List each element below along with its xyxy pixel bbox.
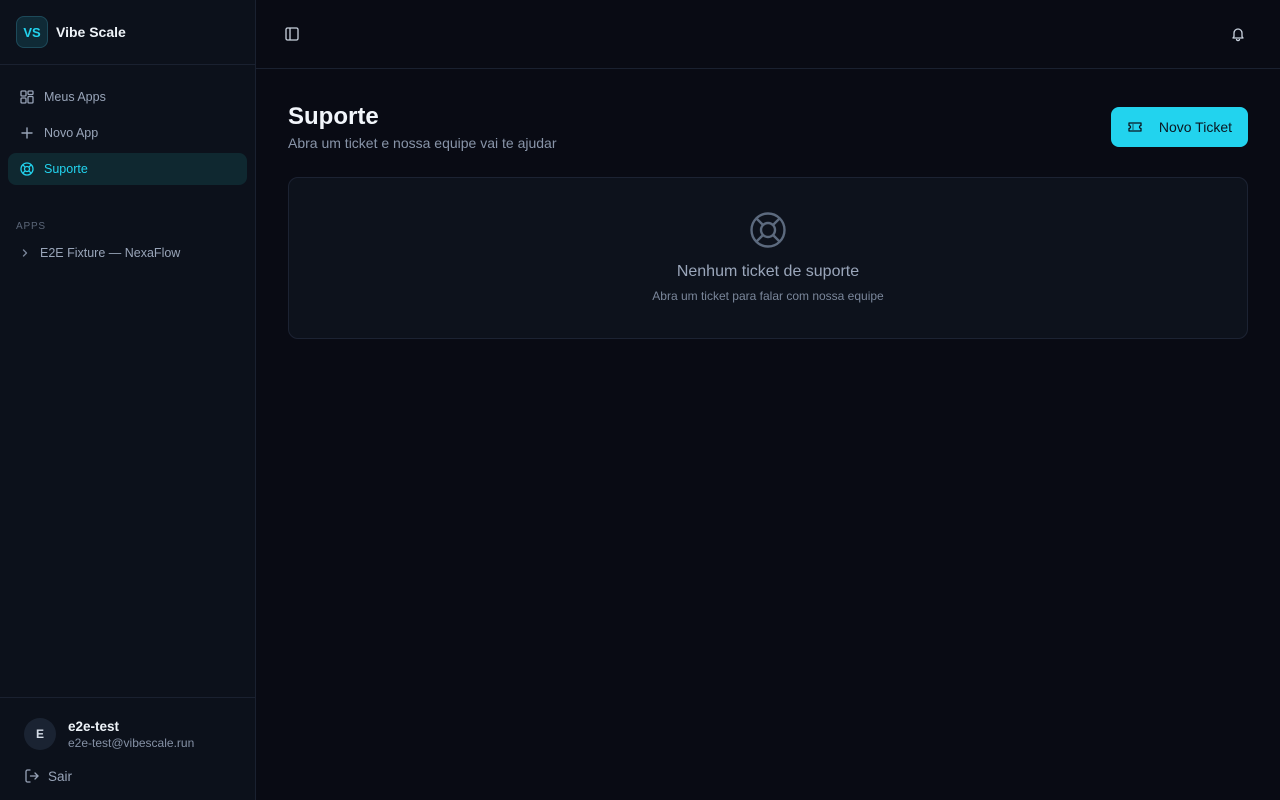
empty-state-subtitle: Abra um ticket para falar com nossa equi… (652, 289, 884, 303)
user-row[interactable]: E e2e-test e2e-test@vibescale.run (24, 718, 231, 750)
grid-icon (20, 90, 34, 104)
sidebar-toggle-button[interactable] (278, 20, 306, 48)
brand-logo: VS (16, 16, 48, 48)
avatar: E (24, 718, 56, 750)
lifebuoy-icon (749, 211, 787, 249)
logout-icon (24, 768, 40, 784)
app-root: VS Vibe Scale Meus Apps Novo App Suporte… (0, 0, 1280, 800)
panel-left-icon (284, 26, 300, 42)
page-header: Suporte Abra um ticket e nossa equipe va… (288, 103, 1248, 151)
user-info: e2e-test e2e-test@vibescale.run (68, 719, 194, 750)
sidebar: VS Vibe Scale Meus Apps Novo App Suporte… (0, 0, 256, 800)
empty-state-title: Nenhum ticket de suporte (676, 263, 860, 280)
lifebuoy-icon (20, 162, 34, 176)
page-title: Suporte (288, 103, 379, 130)
app-item-label: E2E Fixture — NexaFlow (40, 246, 181, 260)
main-area: Suporte Abra um ticket e nossa equipe va… (256, 0, 1280, 800)
empty-state-card: Nenhum ticket de suporte Abra um ticket … (288, 177, 1248, 339)
chevron-right-icon (20, 248, 30, 258)
page-heading: Suporte Abra um ticket e nossa equipe va… (288, 103, 557, 151)
notifications-button[interactable] (1224, 20, 1252, 48)
sidebar-item-label: Suporte (44, 162, 88, 176)
bell-icon (1230, 26, 1246, 42)
logout-button[interactable]: Sair (24, 768, 231, 784)
new-ticket-label: Novo Ticket (1158, 119, 1232, 135)
sidebar-item-label: Novo App (44, 126, 99, 140)
page-subtitle: Abra um ticket e nossa equipe vai te aju… (288, 135, 557, 151)
user-email: e2e-test@vibescale.run (68, 735, 195, 750)
sidebar-item-suporte[interactable]: Suporte (8, 153, 247, 185)
sidebar-item-novo-app[interactable]: Novo App (8, 117, 247, 149)
app-item[interactable]: E2E Fixture — NexaFlow (0, 240, 255, 266)
logout-label: Sair (48, 768, 73, 784)
topbar (256, 0, 1280, 69)
new-ticket-button[interactable]: Novo Ticket (1110, 107, 1248, 147)
sidebar-item-label: Meus Apps (44, 90, 106, 104)
sidebar-item-meus-apps[interactable]: Meus Apps (8, 81, 247, 113)
ticket-icon (1127, 119, 1143, 135)
plus-icon (20, 126, 34, 140)
user-name: e2e-test (68, 718, 120, 734)
brand[interactable]: VS Vibe Scale (0, 0, 255, 65)
page-content: Suporte Abra um ticket e nossa equipe va… (256, 69, 1280, 339)
brand-name: Vibe Scale (56, 24, 126, 40)
user-block: E e2e-test e2e-test@vibescale.run Sair (0, 697, 255, 800)
sidebar-nav: Meus Apps Novo App Suporte (0, 65, 255, 189)
apps-section-label: APPS (16, 221, 46, 232)
